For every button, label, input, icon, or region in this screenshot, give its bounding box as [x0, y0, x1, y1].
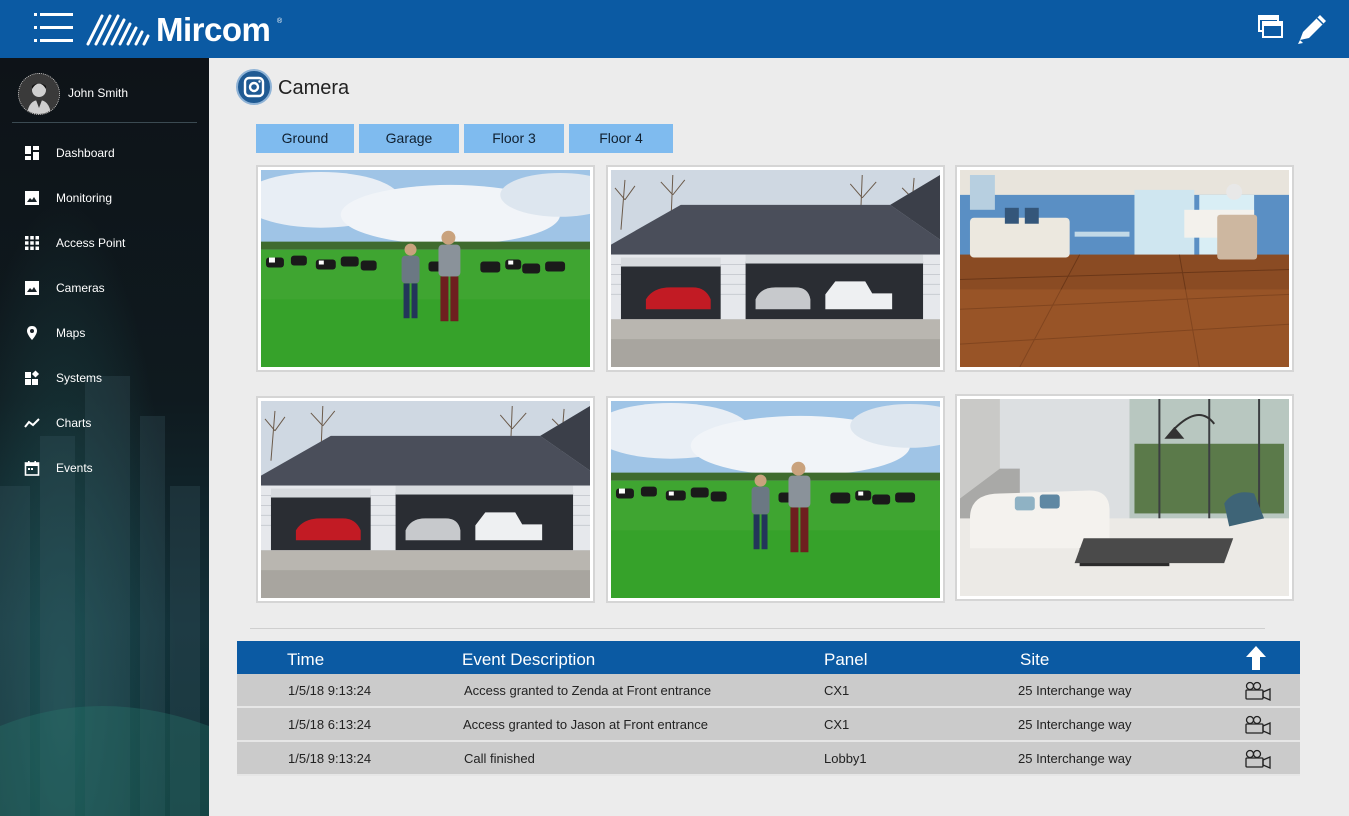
camera-feed-image — [611, 401, 940, 598]
user-name: John Smith — [68, 86, 129, 100]
top-bar: Mircom ® — [0, 0, 1349, 58]
column-header-description[interactable]: Event Description — [462, 650, 595, 670]
camera-feed-image — [261, 401, 590, 598]
camera-feed-image — [261, 170, 590, 367]
avatar[interactable] — [18, 73, 60, 115]
sidebar-item-label: Dashboard — [56, 146, 115, 160]
sidebar-item-label: Maps — [56, 326, 86, 340]
cell-description: Access granted to Jason at Front entranc… — [463, 717, 708, 732]
sidebar-item-maps[interactable]: Maps — [0, 311, 209, 356]
trademark-mark: ® — [277, 18, 283, 25]
camera-icon — [236, 69, 272, 105]
video-camera-icon[interactable] — [1244, 715, 1272, 735]
sidebar-item-label: Charts — [56, 416, 92, 430]
sidebar-item-label: Monitoring — [56, 191, 113, 205]
tab-garage[interactable]: Garage — [359, 124, 459, 153]
camera-feed[interactable] — [606, 396, 945, 603]
cell-panel: Lobby1 — [824, 751, 867, 766]
camera-feed-image — [611, 170, 940, 367]
user-avatar-icon — [19, 74, 59, 114]
edit-icon[interactable] — [1294, 12, 1328, 46]
sidebar-item-label: Events — [56, 461, 93, 475]
camera-feed[interactable] — [256, 396, 595, 603]
tab-ground[interactable]: Ground — [256, 124, 354, 153]
page-title: Camera — [278, 77, 350, 99]
column-header-time[interactable]: Time — [287, 650, 324, 670]
table-row[interactable]: 1/5/18 9:13:24 Call finished Lobby1 25 I… — [237, 742, 1300, 776]
sidebar-item-label: Access Point — [56, 236, 126, 250]
sidebar-item-monitoring[interactable]: Monitoring — [0, 176, 209, 221]
brand-name: Mircom — [156, 11, 271, 48]
camera-feed-image — [960, 170, 1289, 367]
camera-feed[interactable] — [256, 165, 595, 372]
cell-site: 25 Interchange way — [1018, 683, 1132, 698]
widgets-icon — [25, 370, 40, 385]
sidebar-item-events[interactable]: Events — [0, 446, 209, 491]
sidebar-item-charts[interactable]: Charts — [0, 401, 209, 446]
column-header-panel[interactable]: Panel — [824, 650, 867, 670]
mircom-logo-icon — [86, 14, 150, 46]
cell-time: 1/5/18 9:13:24 — [288, 683, 372, 698]
cell-time: 1/5/18 6:13:24 — [288, 717, 372, 732]
image-icon — [25, 281, 39, 295]
camera-feed[interactable] — [955, 394, 1294, 601]
sidebar: John Smith Dashboard Monitoring Access P… — [0, 58, 209, 816]
table-row[interactable]: 1/5/18 6:13:24 Access granted to Jason a… — [237, 708, 1300, 742]
dashboard-icon — [25, 146, 39, 160]
table-row[interactable]: 1/5/18 9:13:24 Access granted to Zenda a… — [237, 674, 1300, 708]
menu-icon[interactable] — [34, 11, 74, 45]
sidebar-nav: Dashboard Monitoring Access Point Camera… — [0, 131, 209, 491]
trend-icon — [24, 418, 40, 428]
sidebar-item-label: Cameras — [56, 281, 105, 295]
camera-feed[interactable] — [606, 165, 945, 372]
video-camera-icon[interactable] — [1244, 681, 1272, 701]
windows-icon[interactable] — [1256, 12, 1290, 46]
cell-panel: CX1 — [824, 683, 850, 698]
sidebar-item-label: Systems — [56, 371, 103, 385]
cell-time: 1/5/18 9:13:24 — [288, 751, 372, 766]
sidebar-item-cameras[interactable]: Cameras — [0, 266, 209, 311]
events-table: Time Event Description Panel Site 1/5/18… — [237, 641, 1300, 776]
user-profile[interactable]: John Smith — [18, 73, 198, 115]
cell-description: Access granted to Zenda at Front entranc… — [464, 683, 712, 698]
sidebar-item-access-point[interactable]: Access Point — [0, 221, 209, 266]
grid-icon — [25, 236, 39, 250]
camera-feed-image — [960, 399, 1289, 596]
cell-panel: CX1 — [824, 717, 850, 732]
sidebar-item-systems[interactable]: Systems — [0, 356, 209, 401]
image-icon — [25, 191, 39, 205]
map-pin-icon — [27, 326, 37, 340]
table-header: Time Event Description Panel Site — [237, 641, 1300, 674]
cell-site: 25 Interchange way — [1018, 717, 1132, 732]
divider — [250, 628, 1265, 629]
arrow-up-icon[interactable] — [1245, 645, 1267, 671]
sidebar-item-dashboard[interactable]: Dashboard — [0, 131, 209, 176]
calendar-icon — [24, 461, 40, 476]
brand-logo[interactable]: Mircom ® — [86, 8, 296, 48]
video-camera-icon[interactable] — [1244, 749, 1272, 769]
tab-floor-3[interactable]: Floor 3 — [464, 124, 564, 153]
camera-feed[interactable] — [955, 165, 1294, 372]
cell-description: Call finished — [464, 751, 535, 766]
tab-floor-4[interactable]: Floor 4 — [569, 124, 673, 153]
cell-site: 25 Interchange way — [1018, 751, 1132, 766]
sidebar-divider — [12, 122, 197, 123]
column-header-site[interactable]: Site — [1020, 650, 1049, 670]
